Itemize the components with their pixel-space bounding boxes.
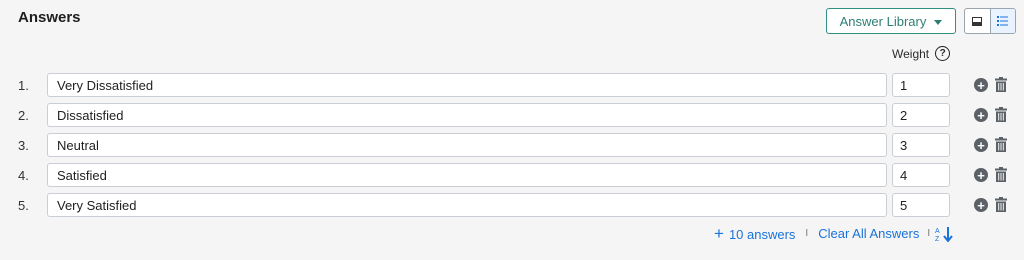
answer-row: 2. Dissatisfied 2 +	[0, 103, 1024, 129]
svg-text:Z: Z	[935, 236, 940, 242]
clear-all-answers-link[interactable]: Clear All Answers	[818, 226, 919, 241]
answer-text-input[interactable]: Very Dissatisfied	[47, 73, 887, 97]
answer-text-input[interactable]: Neutral	[47, 133, 887, 157]
single-view-button[interactable]	[965, 9, 990, 33]
add-answer-icon[interactable]: +	[974, 108, 988, 122]
answer-number: 5.	[18, 198, 29, 213]
answer-weight-input[interactable]: 2	[892, 103, 950, 127]
answers-footer: +10 answers I Clear All Answers I A Z	[714, 225, 955, 242]
trash-icon[interactable]	[995, 197, 1007, 212]
add-answer-icon[interactable]: +	[974, 168, 988, 182]
answer-row: 3. Neutral 3 +	[0, 133, 1024, 159]
list-view-icon	[997, 16, 1009, 26]
section-title: Answers	[18, 9, 81, 26]
answer-row: 5. Very Satisfied 5 +	[0, 193, 1024, 219]
weight-header-label: Weight	[892, 46, 930, 61]
answer-row: 4. Satisfied 4 +	[0, 163, 1024, 189]
answer-number: 3.	[18, 138, 29, 153]
footer-separator: I	[805, 228, 809, 239]
help-icon[interactable]: ?	[935, 46, 951, 61]
view-toggle	[964, 8, 1016, 34]
add-ten-answers-link[interactable]: +10 answers	[714, 225, 795, 242]
single-view-icon	[972, 16, 983, 26]
add-ten-answers-label: 10 answers	[728, 227, 796, 242]
svg-text:A: A	[935, 228, 940, 235]
answer-text-input[interactable]: Dissatisfied	[47, 103, 887, 127]
sort-alpha-icon: A Z	[935, 226, 953, 242]
answer-weight-input[interactable]: 1	[892, 73, 950, 97]
add-answer-icon[interactable]: +	[974, 78, 988, 92]
plus-icon: +	[714, 224, 724, 243]
answer-text-input[interactable]: Very Satisfied	[47, 193, 887, 217]
caret-down-icon	[934, 19, 943, 25]
trash-icon[interactable]	[995, 77, 1007, 92]
answer-text-input[interactable]: Satisfied	[47, 163, 887, 187]
add-answer-icon[interactable]: +	[974, 198, 988, 212]
answer-number: 1.	[18, 78, 29, 93]
answer-library-button[interactable]: Answer Library	[826, 8, 956, 34]
answer-number: 4.	[18, 168, 29, 183]
answer-weight-input[interactable]: 5	[892, 193, 950, 217]
answer-number: 2.	[18, 108, 29, 123]
sort-alpha-button[interactable]: A Z	[935, 226, 955, 242]
weight-header: Weight ?	[892, 46, 951, 61]
answer-library-label: Answer Library	[839, 13, 927, 29]
answer-row: 1. Very Dissatisfied 1 +	[0, 73, 1024, 99]
list-view-button[interactable]	[989, 9, 1015, 33]
trash-icon[interactable]	[995, 107, 1007, 122]
footer-separator: I	[927, 228, 931, 239]
add-answer-icon[interactable]: +	[974, 138, 988, 152]
trash-icon[interactable]	[995, 137, 1007, 152]
answer-weight-input[interactable]: 4	[892, 163, 950, 187]
answer-weight-input[interactable]: 3	[892, 133, 950, 157]
trash-icon[interactable]	[995, 167, 1007, 182]
